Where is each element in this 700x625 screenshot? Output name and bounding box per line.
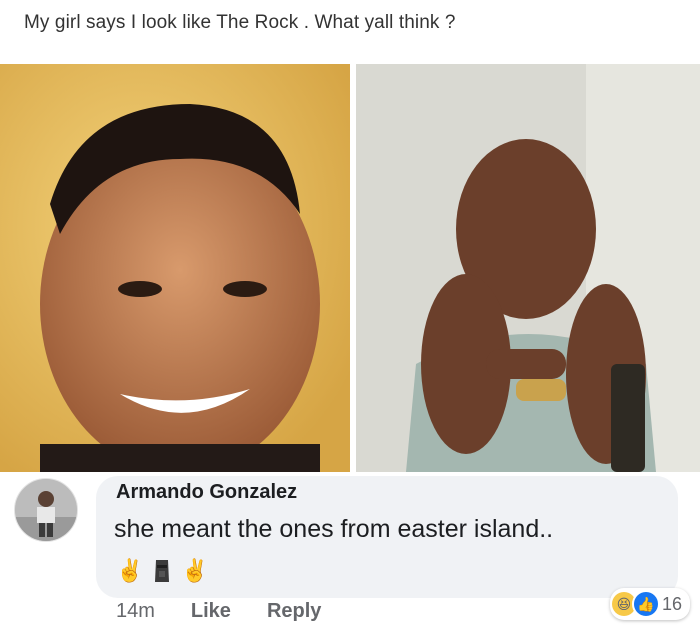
comment-actions: 14m Like Reply (116, 600, 321, 623)
reply-link[interactable]: Reply (267, 600, 321, 623)
portrait-image (0, 64, 350, 472)
comment-emojis: ✌️ ✌️ (116, 556, 209, 586)
comment-timestamp[interactable]: 14m (116, 600, 155, 623)
comment-author[interactable]: Armando Gonzalez (116, 481, 297, 504)
post-caption: My girl says I look like The Rock . What… (24, 12, 456, 33)
portrait-image (356, 64, 700, 472)
moai-icon (155, 560, 170, 582)
comment-text: she meant the ones from easter island.. (114, 515, 554, 543)
photo-right[interactable] (356, 64, 700, 472)
profile-photo (15, 479, 77, 541)
reaction-count: 16 (661, 593, 682, 614)
reactions-summary[interactable]: 😆 👍 16 (609, 588, 690, 620)
avatar[interactable] (14, 478, 78, 542)
victory-hand-icon: ✌️ (181, 558, 209, 583)
like-reaction-icon: 👍 (631, 590, 660, 618)
like-link[interactable]: Like (191, 600, 231, 623)
victory-hand-icon: ✌️ (116, 558, 144, 583)
photo-left[interactable] (0, 64, 350, 472)
